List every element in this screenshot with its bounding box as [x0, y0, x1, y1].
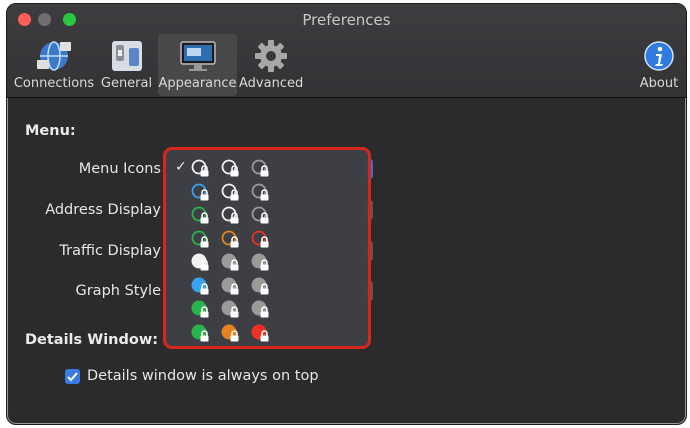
preferences-window: Preferences Connections General Appearan…: [6, 3, 687, 425]
always-on-top-label[interactable]: Details window is always on top: [87, 368, 319, 384]
solid-lock-icon: [221, 324, 239, 341]
solid-lock-icon: [221, 300, 239, 318]
solid-lock-icon: [191, 324, 209, 341]
menu-icon-option-2[interactable]: [166, 180, 368, 204]
menu-icon-option-3[interactable]: [166, 203, 368, 227]
tab-appearance[interactable]: Appearance: [158, 34, 237, 96]
ring-lock-icon: [191, 183, 209, 200]
solid-lock-icon: [251, 253, 269, 271]
menu-icons-label: Menu Icons: [78, 161, 161, 177]
menu-icon-option-1[interactable]: ✓: [166, 156, 368, 180]
selected-checkmark-icon: ✓: [175, 159, 187, 175]
tab-general[interactable]: General: [99, 34, 154, 96]
tab-advanced-label: Advanced: [239, 76, 304, 91]
menu-icon-option-8[interactable]: [166, 321, 368, 345]
window-title: Preferences: [302, 11, 391, 29]
ring-lock-icon: [251, 206, 269, 224]
tab-connections[interactable]: Connections: [13, 34, 95, 96]
menu-icon-option-6[interactable]: [166, 274, 368, 298]
menu-section-title: Menu:: [25, 123, 76, 139]
tab-advanced[interactable]: Advanced: [239, 34, 303, 96]
solid-lock-icon: [221, 253, 239, 271]
ring-lock-icon: [251, 159, 269, 177]
gear-icon: [255, 40, 287, 72]
ring-lock-icon: [221, 206, 239, 224]
solid-lock-icon: [221, 277, 239, 294]
tab-about[interactable]: About: [635, 34, 683, 96]
connections-globe-icon: [37, 41, 71, 71]
tab-general-label: General: [100, 76, 153, 91]
general-switch-icon: [111, 41, 142, 71]
menu-icon-option-5[interactable]: [166, 250, 368, 274]
solid-lock-icon: [191, 300, 209, 318]
details-section-title: Details Window:: [25, 332, 159, 348]
ring-lock-icon: [221, 159, 239, 177]
ring-lock-icon: [251, 183, 269, 200]
menu-icons-popup-menu: ✓: [163, 147, 371, 349]
tab-about-label: About: [639, 76, 679, 91]
address-display-label: Address Display: [45, 202, 161, 218]
solid-lock-icon: [251, 277, 269, 294]
title-bar: Preferences Connections General Appearan…: [7, 4, 686, 98]
graph-style-label: Graph Style: [75, 283, 161, 299]
solid-lock-icon: [191, 253, 209, 271]
ring-lock-icon: [221, 183, 239, 200]
menu-icon-option-4[interactable]: [166, 227, 368, 251]
checkmark-icon: [67, 372, 78, 382]
ring-lock-icon: [191, 206, 209, 224]
always-on-top-checkbox[interactable]: [65, 369, 80, 384]
tab-connections-label: Connections: [13, 76, 95, 91]
appearance-monitor-icon: [179, 41, 216, 71]
solid-lock-icon: [251, 300, 269, 318]
ring-lock-icon: [251, 230, 269, 247]
solid-lock-icon: [191, 277, 209, 294]
menu-icon-option-7[interactable]: [166, 297, 368, 321]
tab-appearance-label: Appearance: [158, 76, 237, 91]
ring-lock-icon: [191, 159, 209, 177]
traffic-display-label: Traffic Display: [59, 243, 161, 259]
solid-lock-icon: [251, 324, 269, 341]
ring-lock-icon: [221, 230, 239, 247]
ring-lock-icon: [191, 230, 209, 247]
info-icon: [644, 41, 674, 71]
